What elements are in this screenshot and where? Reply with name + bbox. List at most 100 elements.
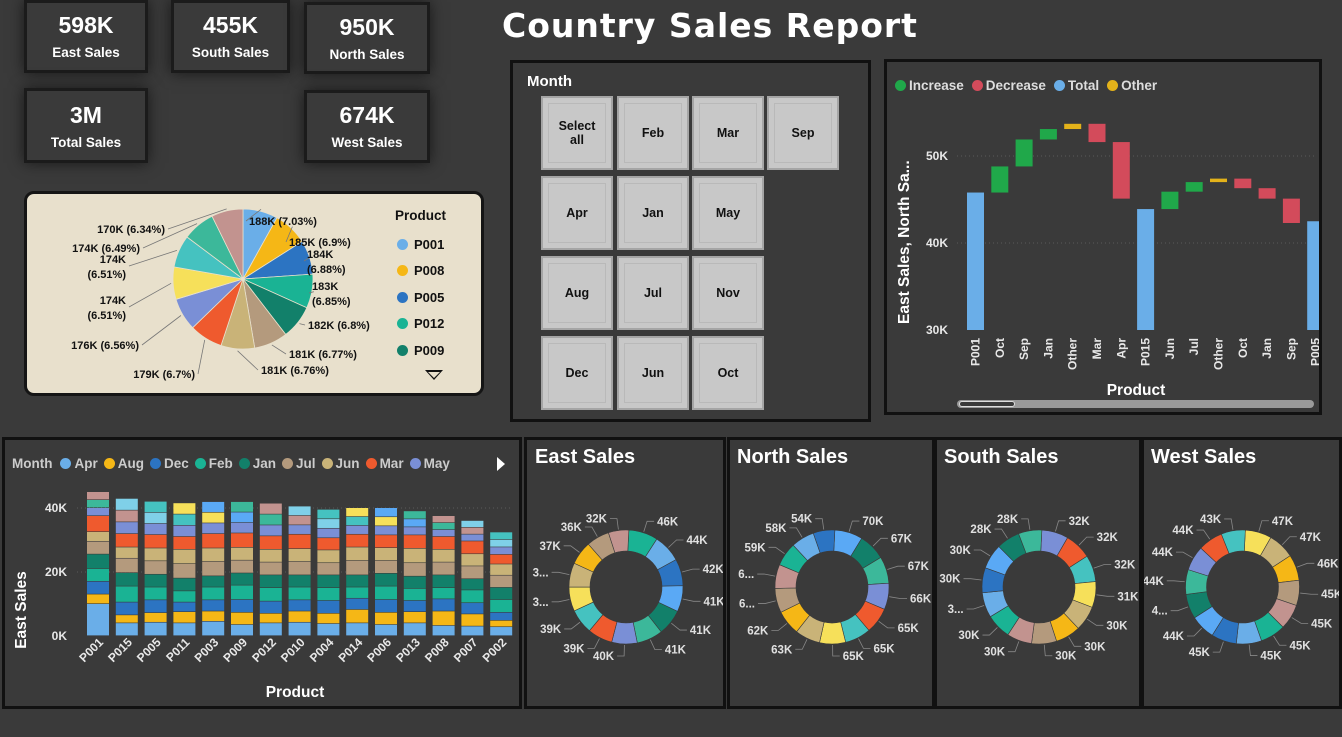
- slicer-button-mar[interactable]: Mar: [692, 96, 764, 170]
- stacked-bar-segment[interactable]: [231, 533, 253, 548]
- stacked-bar-segment[interactable]: [231, 560, 253, 573]
- stacked-bar-segment[interactable]: [144, 587, 167, 600]
- stacked-bar-segment[interactable]: [432, 611, 455, 626]
- waterfall-bar[interactable]: [1185, 182, 1203, 192]
- stacked-bar-segment[interactable]: [288, 622, 311, 636]
- stacked-bar-segment[interactable]: [202, 561, 225, 576]
- horizontal-scrollbar[interactable]: [957, 400, 1314, 408]
- stacked-bar-segment[interactable]: [231, 522, 253, 533]
- slicer-button-jun[interactable]: Jun: [617, 336, 689, 410]
- stacked-bar-segment[interactable]: [259, 575, 282, 588]
- slicer-button-jan[interactable]: Jan: [617, 176, 689, 250]
- stacked-bar-segment[interactable]: [317, 623, 340, 636]
- scrollbar-thumb[interactable]: [959, 401, 1015, 407]
- stacked-bar-segment[interactable]: [115, 533, 138, 547]
- stacked-bar-segment[interactable]: [403, 563, 426, 576]
- stacked-bar-segment[interactable]: [115, 510, 138, 522]
- stacked-bar-segment[interactable]: [173, 578, 196, 591]
- stacked-bar-segment[interactable]: [173, 549, 196, 564]
- stacked-bar-segment[interactable]: [259, 601, 282, 613]
- stacked-bar-segment[interactable]: [259, 536, 282, 549]
- stacked-bar-segment[interactable]: [490, 564, 513, 575]
- stacked-bar-segment[interactable]: [403, 527, 426, 535]
- waterfall-bar[interactable]: [1282, 198, 1300, 223]
- stacked-bar-segment[interactable]: [231, 599, 253, 613]
- stacked-bar-segment[interactable]: [432, 529, 455, 537]
- stacked-bar-segment[interactable]: [87, 541, 109, 554]
- stacked-bar-segment[interactable]: [375, 560, 397, 573]
- stacked-bar-segment[interactable]: [346, 575, 369, 587]
- stacked-bar-segment[interactable]: [231, 501, 253, 512]
- legend-item[interactable]: P001: [397, 231, 444, 258]
- stacked-bar-segment[interactable]: [403, 548, 426, 563]
- stacked-bar-segment[interactable]: [317, 600, 340, 613]
- stacked-bar-segment[interactable]: [346, 623, 369, 636]
- stacked-bar-segment[interactable]: [317, 613, 340, 624]
- stacked-bar-segment[interactable]: [490, 554, 513, 564]
- stacked-bar-segment[interactable]: [144, 534, 167, 548]
- stacked-bar-segment[interactable]: [87, 500, 109, 508]
- legend-item[interactable]: P012: [397, 311, 444, 338]
- stacked-bar-segment[interactable]: [173, 564, 196, 578]
- waterfall-bar[interactable]: [1137, 209, 1155, 330]
- stacked-bar-segment[interactable]: [432, 536, 455, 549]
- stacked-bar-segment[interactable]: [375, 599, 397, 613]
- stacked-bar-segment[interactable]: [202, 523, 225, 534]
- waterfall-bar[interactable]: [1210, 178, 1227, 183]
- stacked-bar-segment[interactable]: [87, 492, 109, 500]
- stacked-bar-segment[interactable]: [461, 603, 484, 614]
- stacked-bar-segment[interactable]: [202, 587, 225, 600]
- stacked-bar-segment[interactable]: [346, 525, 369, 534]
- stacked-bar-segment[interactable]: [432, 575, 455, 588]
- stacked-bar-segment[interactable]: [173, 602, 196, 612]
- stacked-bar-segment[interactable]: [144, 600, 167, 613]
- stacked-bar-segment[interactable]: [202, 576, 225, 587]
- stacked-bar-segment[interactable]: [87, 554, 109, 569]
- stacked-bar-segment[interactable]: [346, 508, 369, 517]
- stacked-bar-segment[interactable]: [144, 523, 167, 535]
- stacked-bar-segment[interactable]: [317, 563, 340, 575]
- stacked-bar-segment[interactable]: [202, 600, 225, 611]
- stacked-bar-segment[interactable]: [202, 611, 225, 621]
- waterfall-bar[interactable]: [967, 192, 984, 330]
- waterfall-bar[interactable]: [1161, 191, 1179, 210]
- stacked-bar-segment[interactable]: [144, 501, 167, 513]
- slicer-button-jul[interactable]: Jul: [617, 256, 689, 330]
- stacked-bar-segment[interactable]: [115, 623, 138, 636]
- stacked-bar-segment[interactable]: [403, 535, 426, 549]
- stacked-bar-segment[interactable]: [317, 538, 340, 550]
- stacked-bar-segment[interactable]: [231, 547, 253, 560]
- stacked-bar-segment[interactable]: [375, 612, 397, 625]
- stacked-bar-segment[interactable]: [202, 512, 225, 523]
- stacked-bar-segment[interactable]: [432, 562, 455, 575]
- stacked-bar-segment[interactable]: [490, 612, 513, 621]
- stacked-bar-segment[interactable]: [87, 516, 109, 532]
- slicer-button-dec[interactable]: Dec: [541, 336, 613, 410]
- stacked-bar-segment[interactable]: [375, 624, 397, 636]
- stacked-bar-segment[interactable]: [317, 588, 340, 601]
- waterfall-bar[interactable]: [1064, 123, 1082, 130]
- stacked-bar-segment[interactable]: [346, 609, 369, 623]
- stacked-bar-segment[interactable]: [432, 625, 455, 636]
- stacked-bar-segment[interactable]: [202, 548, 225, 562]
- stacked-bar-segment[interactable]: [173, 591, 196, 602]
- stacked-bar-segment[interactable]: [259, 514, 282, 525]
- stacked-bar-segment[interactable]: [461, 541, 484, 554]
- stacked-bar-segment[interactable]: [259, 549, 282, 562]
- stacked-bar-segment[interactable]: [87, 568, 109, 581]
- stacked-bar-segment[interactable]: [461, 590, 484, 603]
- stacked-bar-segment[interactable]: [115, 586, 138, 602]
- stacked-bar-segment[interactable]: [317, 519, 340, 528]
- stacked-bar-segment[interactable]: [432, 522, 455, 530]
- slicer-button-may[interactable]: May: [692, 176, 764, 250]
- stacked-bar-segment[interactable]: [144, 548, 167, 561]
- stacked-bar-segment[interactable]: [461, 554, 484, 566]
- legend-item[interactable]: P005: [397, 284, 444, 311]
- stacked-bar-segment[interactable]: [346, 516, 369, 526]
- stacked-bar-segment[interactable]: [115, 547, 138, 558]
- stacked-bar-segment[interactable]: [375, 535, 397, 548]
- slicer-button-sep[interactable]: Sep: [767, 96, 839, 170]
- stacked-bar-segment[interactable]: [115, 602, 138, 615]
- stacked-bar-segment[interactable]: [317, 509, 340, 519]
- stacked-bar-segment[interactable]: [144, 612, 167, 622]
